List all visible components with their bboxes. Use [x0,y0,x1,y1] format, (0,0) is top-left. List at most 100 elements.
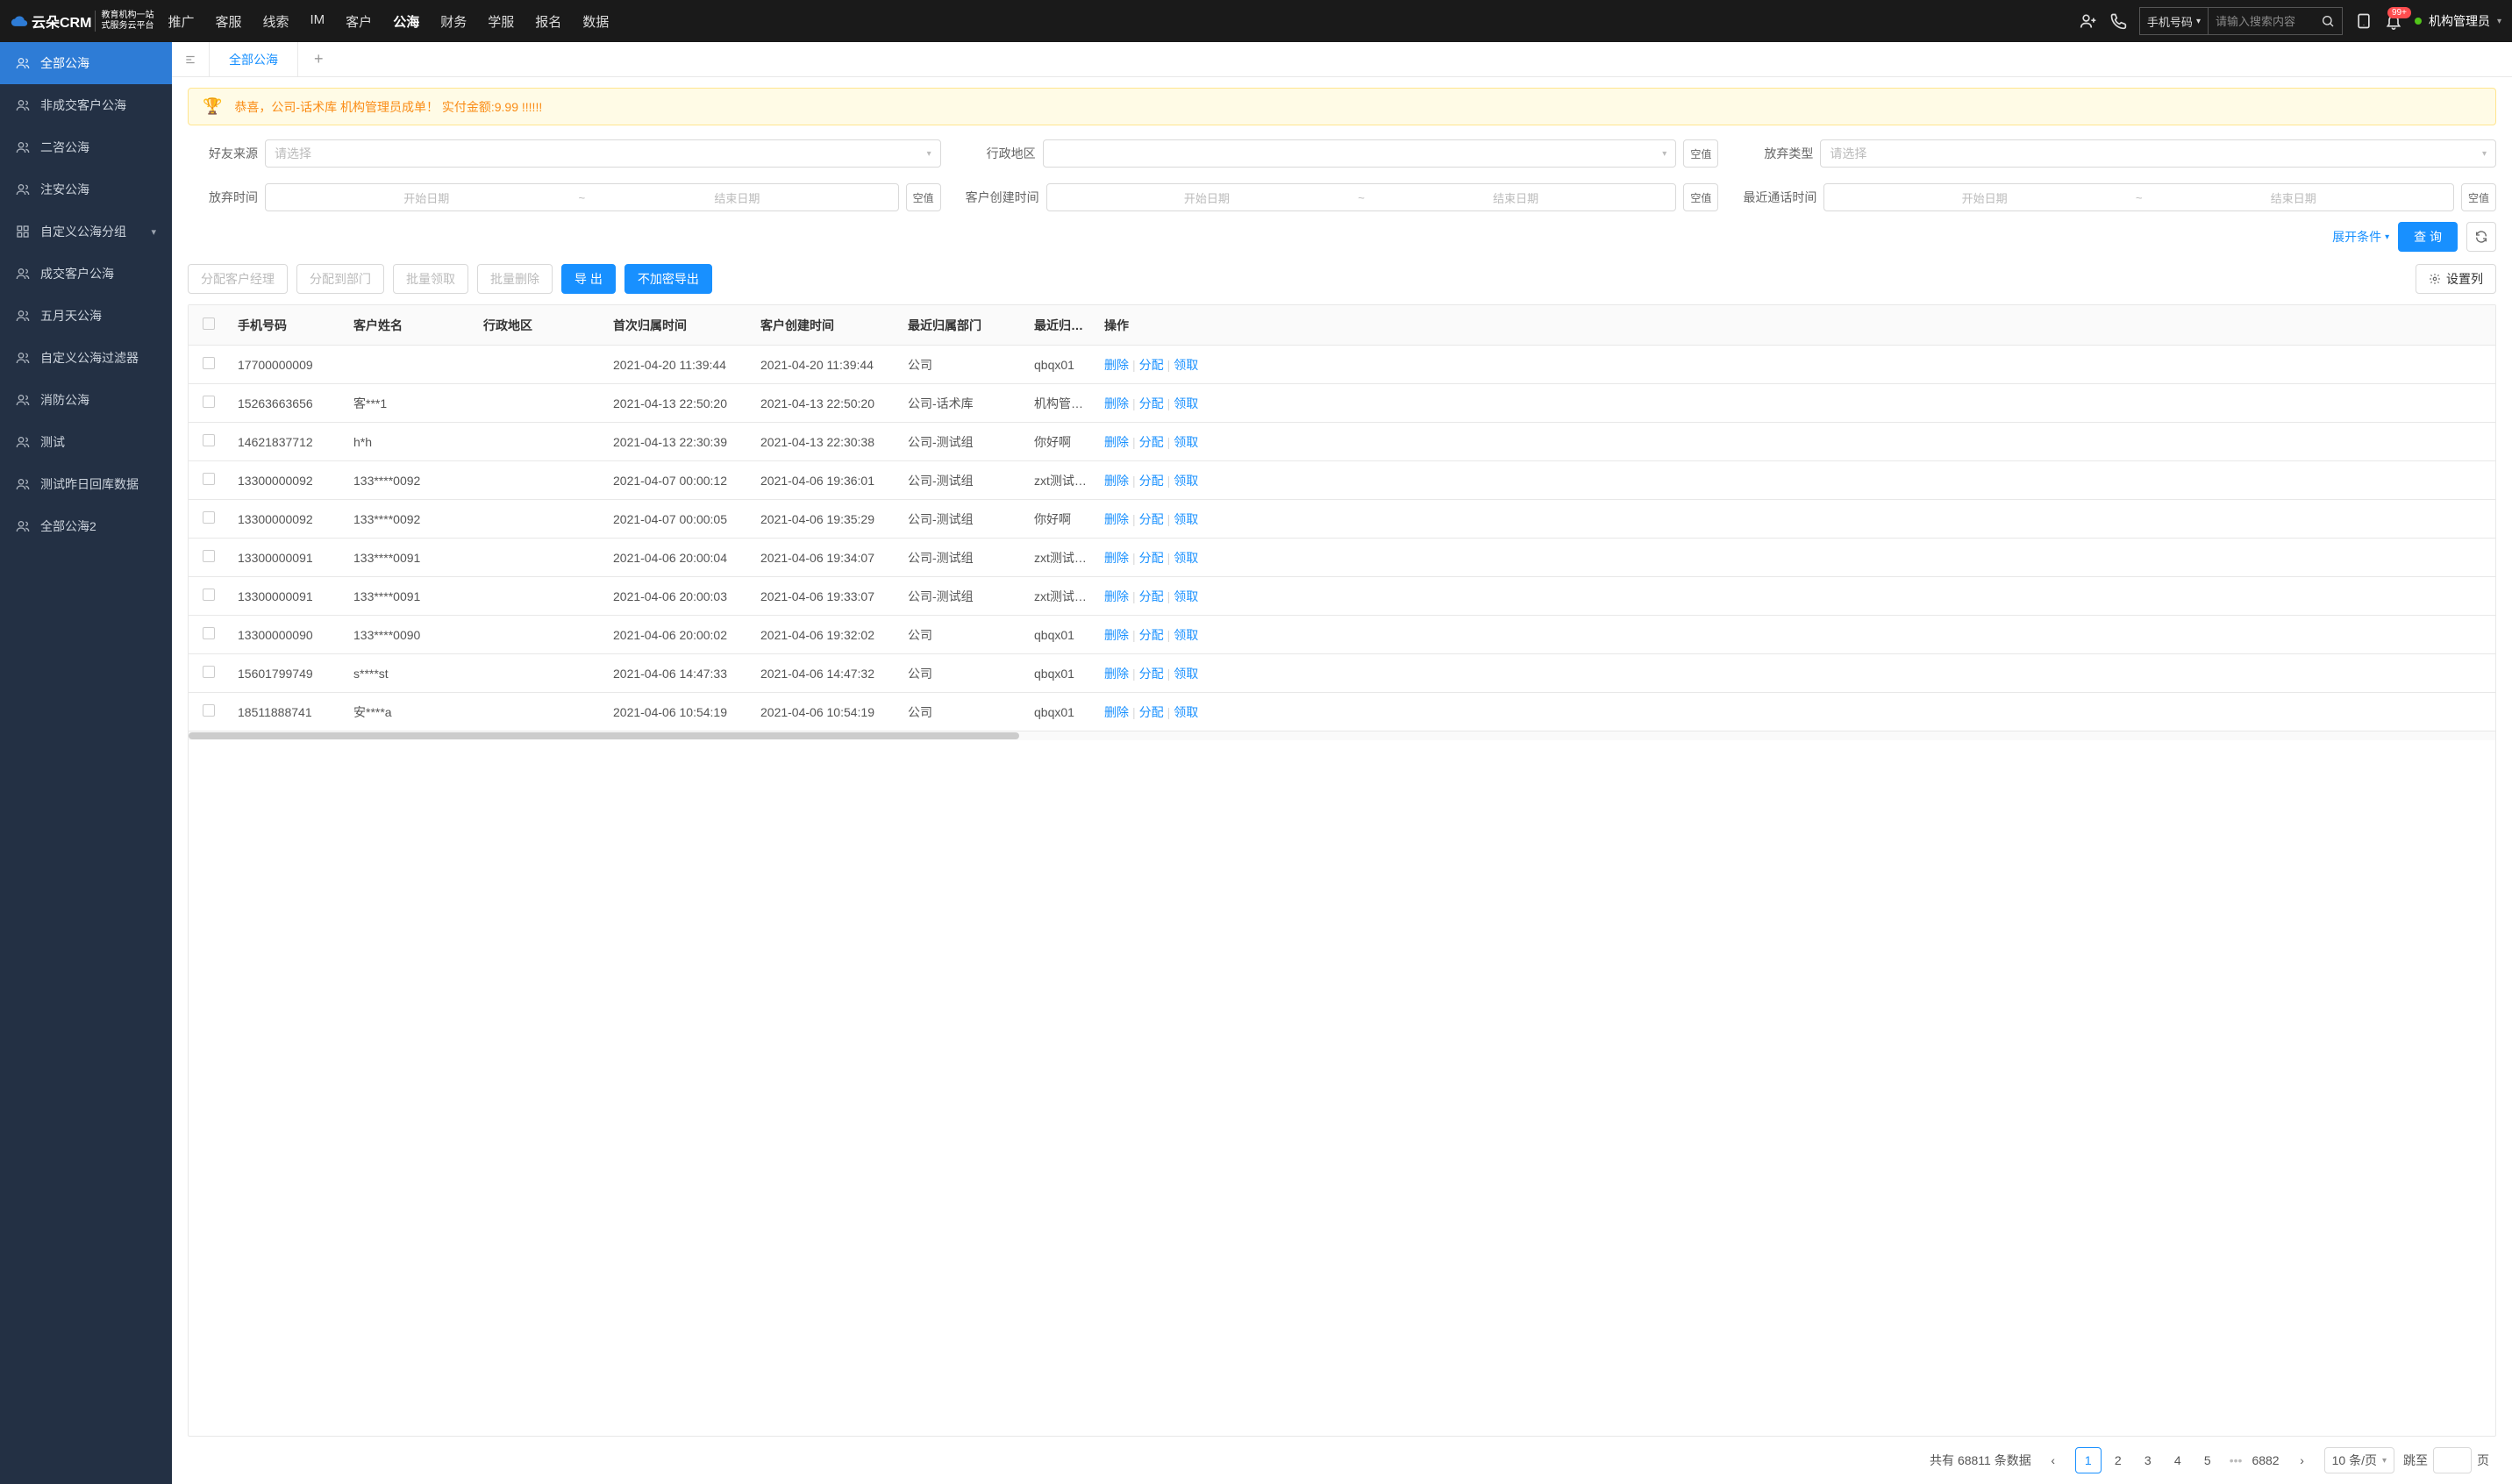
row-delete-link[interactable]: 删除 [1104,705,1129,719]
region-select[interactable]: ▾ [1043,139,1677,168]
page-button[interactable]: 5 [2194,1447,2221,1473]
refresh-icon[interactable] [2466,222,2496,252]
user-menu[interactable]: 机构管理员 ▾ [2415,12,2501,30]
row-checkbox[interactable] [203,550,215,562]
bell-icon[interactable]: 99+ [2385,12,2402,30]
phone-icon[interactable] [2109,12,2127,30]
row-assign-link[interactable]: 分配 [1139,705,1164,719]
row-assign-link[interactable]: 分配 [1139,628,1164,642]
row-delete-link[interactable]: 删除 [1104,474,1129,488]
row-delete-link[interactable]: 删除 [1104,358,1129,372]
row-checkbox[interactable] [203,357,215,369]
batch-claim-button[interactable]: 批量领取 [393,264,468,294]
assign-mgr-button[interactable]: 分配客户经理 [188,264,288,294]
create-time-empty-button[interactable]: 空值 [1683,183,1718,211]
row-assign-link[interactable]: 分配 [1139,396,1164,410]
row-checkbox[interactable] [203,473,215,485]
row-delete-link[interactable]: 删除 [1104,435,1129,449]
sidebar-item[interactable]: 全部公海2 [0,505,172,547]
row-claim-link[interactable]: 领取 [1174,435,1198,449]
next-page-button[interactable]: › [2289,1447,2316,1473]
page-button[interactable]: 2 [2105,1447,2131,1473]
row-claim-link[interactable]: 领取 [1174,474,1198,488]
row-assign-link[interactable]: 分配 [1139,474,1164,488]
topnav-item[interactable]: 公海 [393,12,419,31]
row-checkbox[interactable] [203,704,215,717]
row-assign-link[interactable]: 分配 [1139,551,1164,565]
assign-dept-button[interactable]: 分配到部门 [296,264,384,294]
row-checkbox[interactable] [203,589,215,601]
select-all-checkbox[interactable] [203,317,215,330]
last-page-button[interactable]: 6882 [2251,1447,2280,1473]
row-delete-link[interactable]: 删除 [1104,589,1129,603]
row-claim-link[interactable]: 领取 [1174,358,1198,372]
row-delete-link[interactable]: 删除 [1104,396,1129,410]
create-time-range[interactable]: 开始日期~结束日期 [1046,183,1677,211]
sidebar-item[interactable]: 非成交客户公海 [0,84,172,126]
page-button[interactable]: 3 [2135,1447,2161,1473]
row-assign-link[interactable]: 分配 [1139,435,1164,449]
logo[interactable]: 云朵CRM 教育机构一站式服务云平台 [11,11,153,32]
page-size-select[interactable]: 10 条/页▾ [2324,1447,2394,1473]
query-button[interactable]: 查 询 [2398,222,2458,252]
region-empty-button[interactable]: 空值 [1683,139,1718,168]
topnav-item[interactable]: IM [310,12,325,31]
abandon-type-select[interactable]: 请选择▾ [1820,139,2496,168]
page-button[interactable]: 4 [2165,1447,2191,1473]
h-scrollbar[interactable] [189,731,2495,740]
search-icon[interactable] [2314,14,2342,28]
tablet-icon[interactable] [2355,12,2373,30]
tab-collapse-icon[interactable] [172,42,210,76]
row-checkbox[interactable] [203,627,215,639]
columns-button[interactable]: 设置列 [2416,264,2496,294]
sidebar-item[interactable]: 消防公海 [0,379,172,421]
friend-source-select[interactable]: 请选择▾ [265,139,941,168]
row-delete-link[interactable]: 删除 [1104,667,1129,681]
jump-input[interactable] [2433,1447,2472,1473]
search-type-select[interactable]: 手机号码▾ [2140,8,2209,34]
row-claim-link[interactable]: 领取 [1174,667,1198,681]
sidebar-item[interactable]: 自定义公海过滤器 [0,337,172,379]
tab-all-sea[interactable]: 全部公海 [210,42,298,76]
topnav-item[interactable]: 财务 [440,12,467,31]
row-claim-link[interactable]: 领取 [1174,705,1198,719]
topnav-item[interactable]: 学服 [488,12,514,31]
sidebar-item[interactable]: 成交客户公海 [0,253,172,295]
export-plain-button[interactable]: 不加密导出 [624,264,712,294]
sidebar-item[interactable]: 五月天公海 [0,295,172,337]
row-checkbox[interactable] [203,666,215,678]
export-button[interactable]: 导 出 [561,264,616,294]
batch-delete-button[interactable]: 批量删除 [477,264,553,294]
topnav-item[interactable]: 客户 [346,12,372,31]
recent-call-range[interactable]: 开始日期~结束日期 [1823,183,2454,211]
topnav-item[interactable]: 客服 [215,12,241,31]
sidebar-item[interactable]: 测试 [0,421,172,463]
row-assign-link[interactable]: 分配 [1139,589,1164,603]
sidebar-item[interactable]: 自定义公海分组▾ [0,210,172,253]
row-delete-link[interactable]: 删除 [1104,512,1129,526]
row-claim-link[interactable]: 领取 [1174,551,1198,565]
row-checkbox[interactable] [203,511,215,524]
topnav-item[interactable]: 报名 [535,12,561,31]
recent-call-empty-button[interactable]: 空值 [2461,183,2496,211]
row-claim-link[interactable]: 领取 [1174,628,1198,642]
row-claim-link[interactable]: 领取 [1174,396,1198,410]
row-assign-link[interactable]: 分配 [1139,358,1164,372]
sidebar-item[interactable]: 注安公海 [0,168,172,210]
search-input[interactable] [2209,15,2314,28]
row-claim-link[interactable]: 领取 [1174,512,1198,526]
abandon-time-empty-button[interactable]: 空值 [906,183,941,211]
row-assign-link[interactable]: 分配 [1139,667,1164,681]
topnav-item[interactable]: 推广 [168,12,194,31]
topnav-item[interactable]: 线索 [262,12,289,31]
row-delete-link[interactable]: 删除 [1104,551,1129,565]
row-checkbox[interactable] [203,396,215,408]
row-checkbox[interactable] [203,434,215,446]
expand-filters-link[interactable]: 展开条件▾ [2332,228,2389,246]
page-button[interactable]: 1 [2075,1447,2102,1473]
tab-add-icon[interactable]: + [298,50,339,68]
sidebar-item[interactable]: 测试昨日回库数据 [0,463,172,505]
abandon-time-range[interactable]: 开始日期~结束日期 [265,183,899,211]
sidebar-item[interactable]: 二咨公海 [0,126,172,168]
sidebar-item[interactable]: 全部公海 [0,42,172,84]
